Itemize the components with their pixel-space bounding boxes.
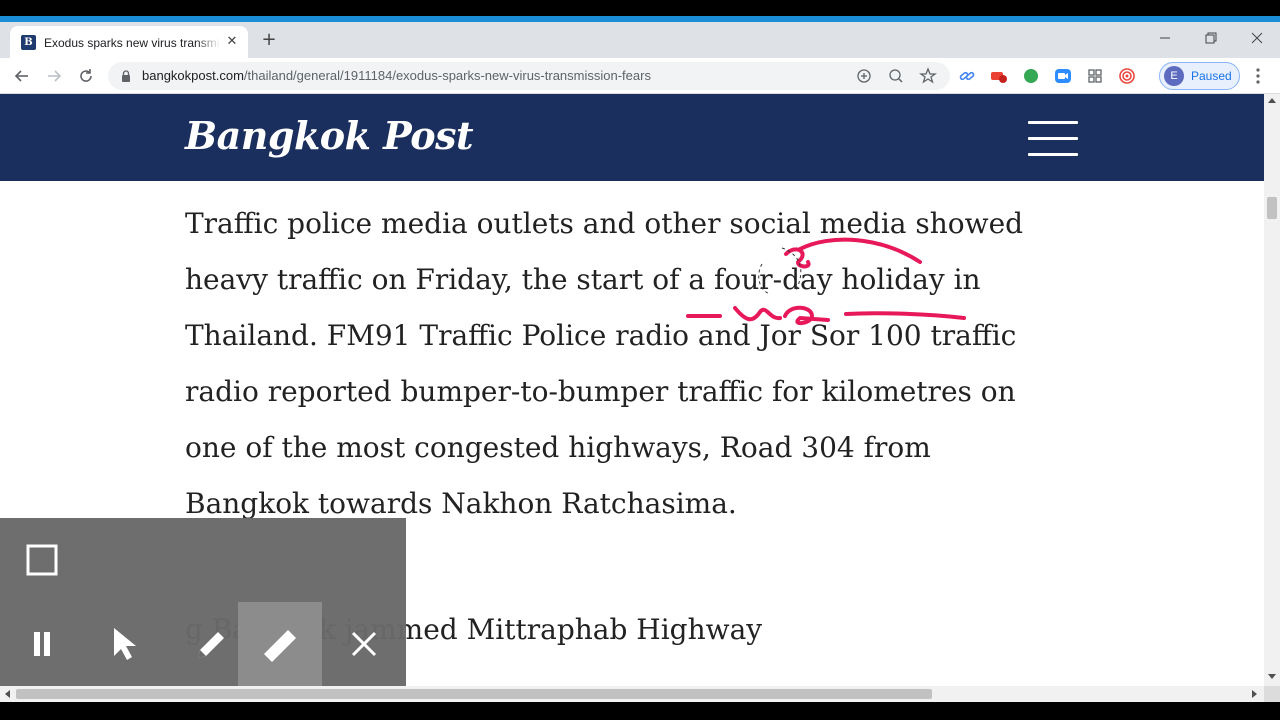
scroll-right-icon[interactable] xyxy=(1252,690,1257,698)
annotation-toolbar xyxy=(0,518,406,686)
horizontal-scrollbar[interactable] xyxy=(0,686,1264,702)
pointer-icon xyxy=(114,628,136,660)
site-logo[interactable]: Bangkok Post xyxy=(185,108,474,164)
address-bar[interactable]: bangkokpost.com/thailand/general/1911184… xyxy=(108,62,950,90)
pause-icon xyxy=(34,632,50,656)
tab-strip: B Exodus sparks new virus transmission f… xyxy=(0,22,1280,58)
scrollbar-corner xyxy=(1264,686,1280,702)
article-line: radio reported bumper-to-bumper traffic … xyxy=(185,375,1016,408)
grid-extension-icon[interactable] xyxy=(1086,67,1104,85)
highlighter-icon xyxy=(264,630,296,662)
pen-icon xyxy=(198,632,224,658)
profile-button[interactable]: E Paused xyxy=(1159,62,1240,90)
scroll-up-icon[interactable] xyxy=(1268,98,1276,103)
minimize-icon[interactable] xyxy=(1150,28,1180,48)
pointer-button[interactable] xyxy=(84,602,168,686)
zoom-meeting-icon[interactable] xyxy=(1054,67,1072,85)
square-icon xyxy=(26,544,58,576)
reload-icon[interactable] xyxy=(74,64,98,88)
favicon-icon: B xyxy=(21,35,36,50)
url-domain: bangkokpost.com xyxy=(142,68,244,83)
add-icon[interactable] xyxy=(854,66,874,86)
site-header: Bangkok Post xyxy=(0,94,1264,181)
article-line: heavy traffic on Friday, the start of a … xyxy=(185,263,981,296)
menu-icon[interactable] xyxy=(1250,64,1266,88)
close-icon xyxy=(351,631,377,657)
record-extension-icon[interactable] xyxy=(990,67,1008,85)
spiral-extension-icon[interactable] xyxy=(1118,67,1136,85)
green-extension-icon[interactable] xyxy=(1022,67,1040,85)
tab-close-icon[interactable]: ✕ xyxy=(224,34,240,50)
article-line: one of the most congested highways, Road… xyxy=(185,431,931,464)
avatar: E xyxy=(1164,66,1184,86)
stop-button[interactable] xyxy=(0,518,84,602)
browser-toolbar: bangkokpost.com/thailand/general/1911184… xyxy=(0,58,1280,94)
sync-status: Paused xyxy=(1191,69,1232,83)
zoom-icon[interactable] xyxy=(886,66,906,86)
lock-icon xyxy=(122,70,130,82)
star-icon[interactable] xyxy=(918,66,938,86)
article-line: Traffic police media outlets and other s… xyxy=(185,207,1024,240)
back-icon[interactable] xyxy=(10,64,34,88)
vertical-scrollbar[interactable] xyxy=(1264,94,1280,686)
pause-button[interactable] xyxy=(0,602,84,686)
window-close-icon[interactable] xyxy=(1242,28,1272,48)
vertical-scroll-thumb[interactable] xyxy=(1267,197,1277,219)
hamburger-menu-icon[interactable] xyxy=(1028,121,1078,157)
link-extension-icon[interactable] xyxy=(958,67,976,85)
tab-title: Exodus sparks new virus transmission fea… xyxy=(44,34,220,52)
screen-bottom-border xyxy=(0,702,1280,720)
close-annotation-button[interactable] xyxy=(322,602,406,686)
url-path: /thailand/general/1911184/exodus-sparks-… xyxy=(243,68,651,83)
scroll-left-icon[interactable] xyxy=(5,690,10,698)
screen-top-border xyxy=(0,0,1280,16)
restore-icon[interactable] xyxy=(1196,28,1226,48)
url-text[interactable]: bangkokpost.com/thailand/general/1911184… xyxy=(142,67,651,85)
horizontal-scroll-thumb[interactable] xyxy=(16,689,932,699)
article-line: Thailand. FM91 Traffic Police radio and … xyxy=(185,319,1017,352)
forward-icon[interactable] xyxy=(42,64,66,88)
highlighter-button[interactable] xyxy=(238,602,322,686)
scroll-down-icon[interactable] xyxy=(1268,674,1276,679)
new-tab-button[interactable]: + xyxy=(259,30,279,50)
browser-tab[interactable]: B Exodus sparks new virus transmission f… xyxy=(10,26,248,58)
